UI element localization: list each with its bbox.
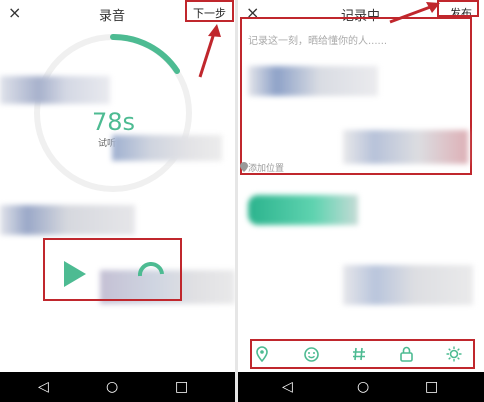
obscured-block xyxy=(112,135,222,161)
next-step-highlight xyxy=(185,0,234,22)
recording-timer: 78s xyxy=(92,108,136,136)
obscured-block xyxy=(0,205,135,235)
emoji-icon[interactable] xyxy=(304,347,319,362)
audio-attachment[interactable] xyxy=(248,195,358,225)
home-icon[interactable]: ○ xyxy=(357,378,369,396)
back-icon[interactable]: ◁ xyxy=(282,378,293,396)
location-pin-icon[interactable] xyxy=(256,346,268,362)
recents-icon[interactable]: □ xyxy=(175,378,188,396)
recents-icon[interactable]: □ xyxy=(425,378,438,396)
location-pin-icon xyxy=(240,162,248,172)
playback-highlight xyxy=(43,238,182,301)
lock-icon[interactable] xyxy=(400,346,413,362)
back-icon[interactable]: ◁ xyxy=(38,378,49,396)
obscured-block xyxy=(0,76,110,104)
home-icon[interactable]: ○ xyxy=(106,378,118,396)
record-title: 录音 xyxy=(99,9,126,24)
publish-highlight xyxy=(437,0,479,17)
record-screen: × 录音 下一步 78s 试听 ◁ ○ □ xyxy=(0,0,235,402)
obscured-block xyxy=(343,130,468,164)
system-nav-bar: ◁ ○ □ xyxy=(0,372,235,402)
add-location-link[interactable]: 添加位置 xyxy=(248,161,284,174)
annotation-arrow xyxy=(198,24,221,78)
compose-input[interactable]: 记录这一刻，晒给懂你的人...... xyxy=(248,32,387,47)
brightness-icon[interactable] xyxy=(446,346,462,362)
close-icon[interactable]: × xyxy=(8,3,21,22)
hashtag-icon[interactable] xyxy=(352,347,366,361)
compose-screen: × 记录中 发布 记录这一刻，晒给懂你的人...... 添加位置 ◁ ○ □ xyxy=(238,0,484,402)
system-nav-bar: ◁ ○ □ xyxy=(238,372,484,402)
obscured-block xyxy=(343,265,473,305)
obscured-block xyxy=(248,66,378,96)
